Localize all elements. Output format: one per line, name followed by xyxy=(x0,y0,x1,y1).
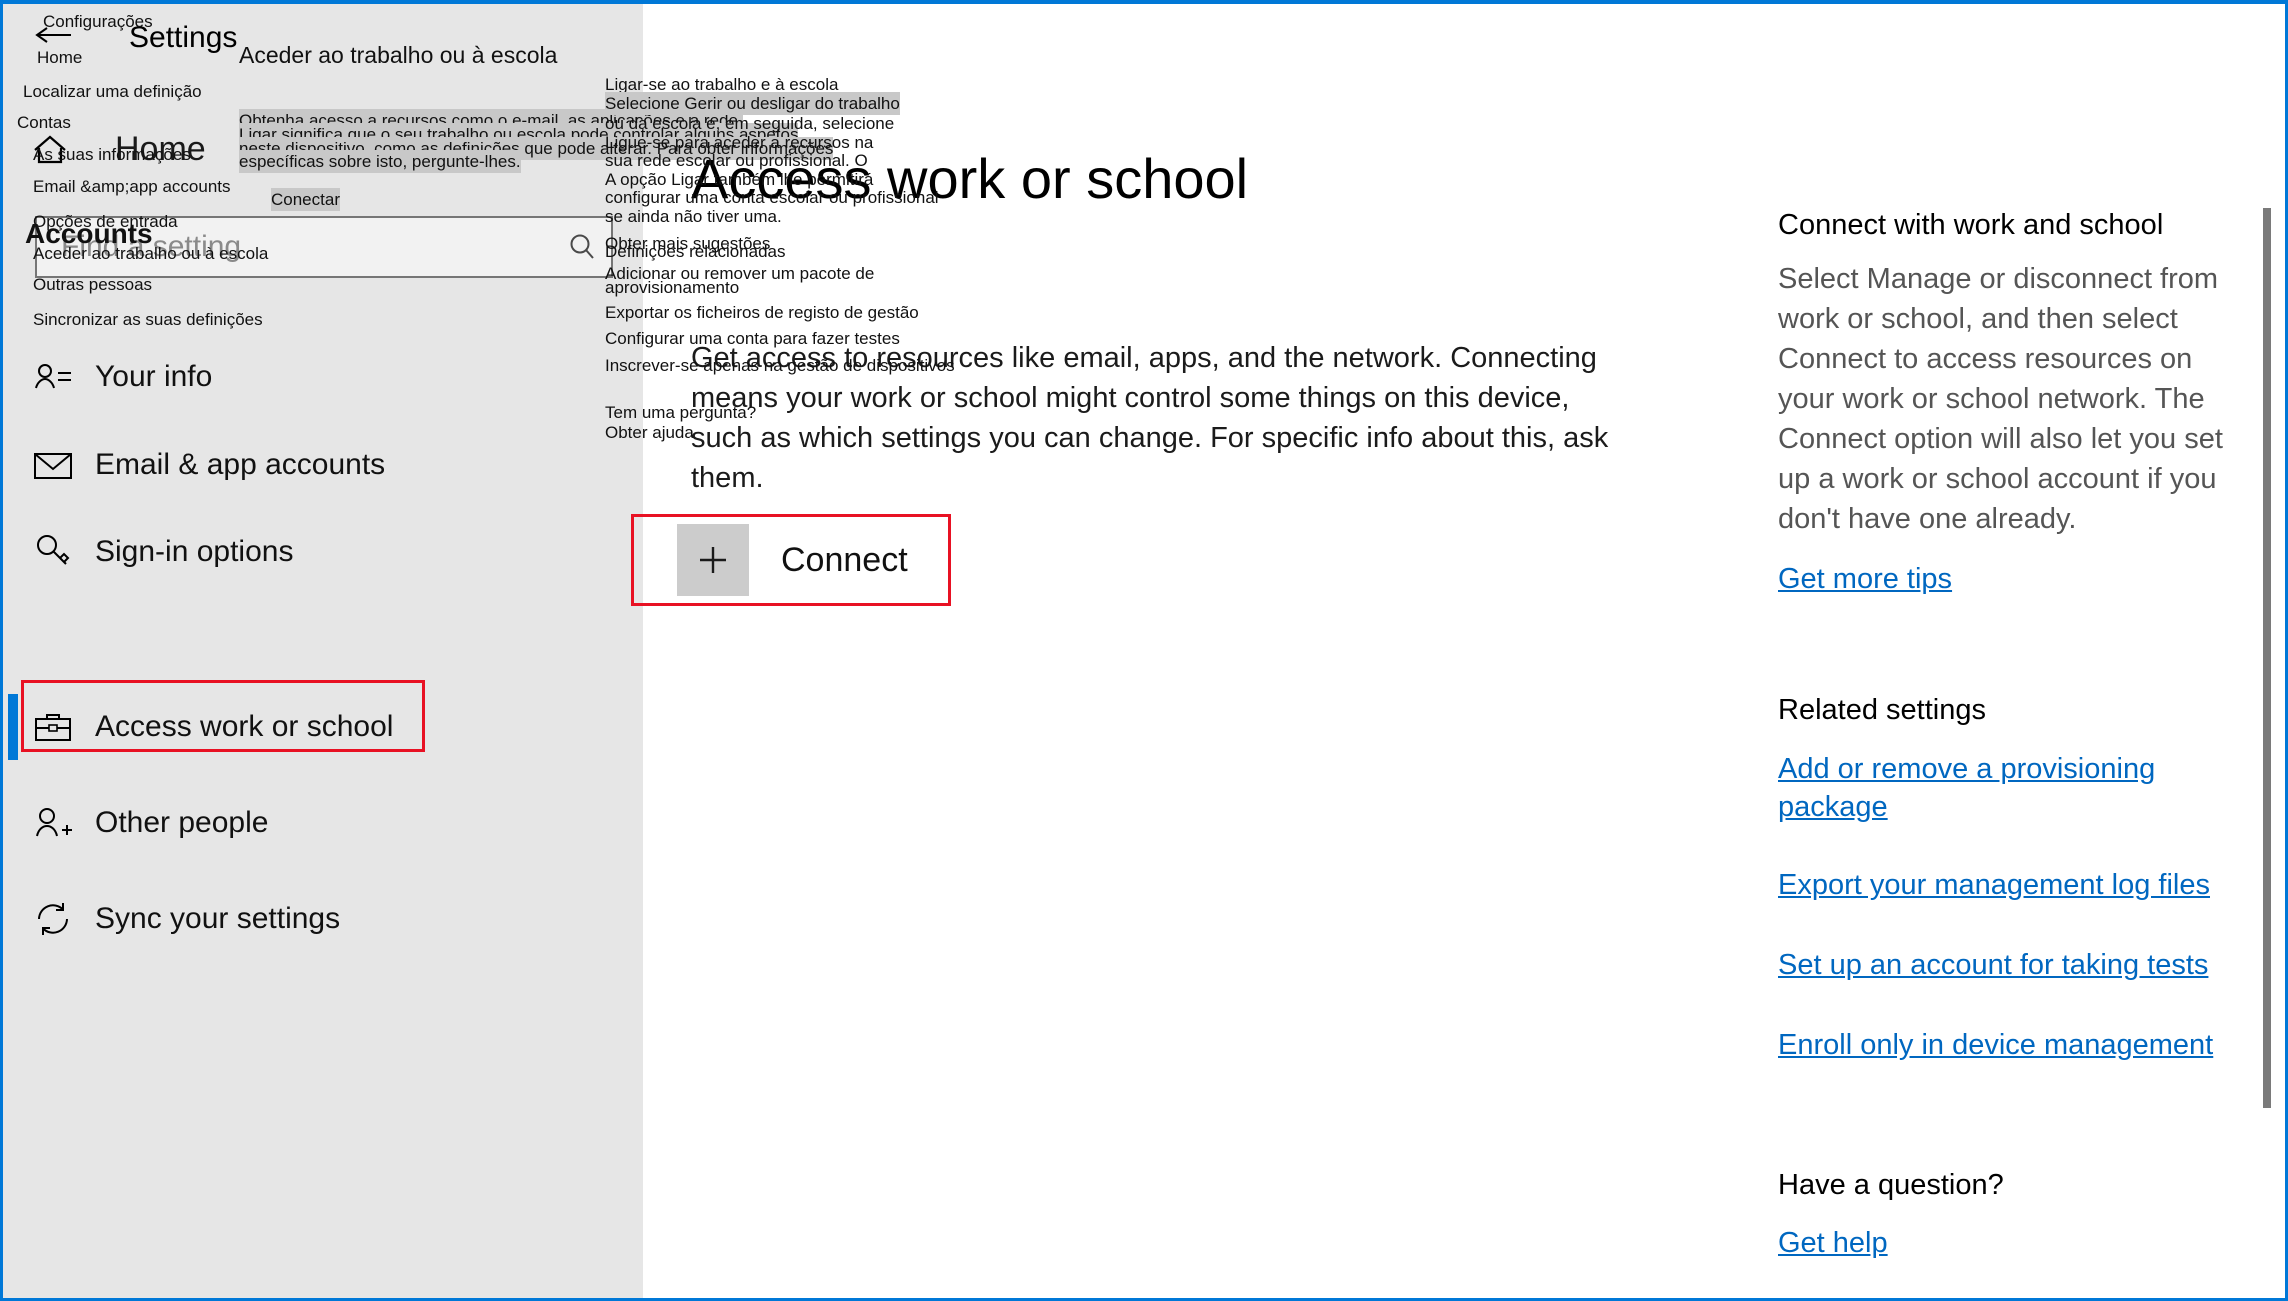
overlay-rp-related: Definições relacionadas xyxy=(605,242,786,261)
related-settings-heading: Related settings xyxy=(1778,694,1986,726)
overlay-rp-help: Obter ajuda xyxy=(605,423,694,442)
envelope-icon xyxy=(34,453,72,479)
sidebar-item-label: Sync your settings xyxy=(95,902,341,935)
person-plus-icon xyxy=(36,808,72,837)
scrollbar-thumb[interactable] xyxy=(2263,208,2271,1108)
overlay-email-accounts: Email &amp;app accounts xyxy=(33,177,231,196)
sidebar-item-sign-in-options[interactable]: Sign-in options xyxy=(23,509,623,595)
overlay-page-title: Aceder ao trabalho ou à escola xyxy=(239,42,558,68)
get-more-tips-link[interactable]: Get more tips xyxy=(1778,560,1952,598)
right-pane-description: Select Manage or disconnect from work or… xyxy=(1778,263,2223,535)
overlay-rp-export: Exportar os ficheiros de registo de gest… xyxy=(605,303,919,322)
plus-icon xyxy=(700,547,726,573)
overlay-rp-tests: Configurar uma conta para fazer testes xyxy=(605,329,900,348)
sidebar-item-label: Email & app accounts xyxy=(95,448,386,481)
overlay-settings: Configurações xyxy=(43,12,153,31)
overlay-home-breadcrumb: Home xyxy=(37,48,83,67)
person-card-icon xyxy=(35,364,71,389)
overlay-contas: Contas xyxy=(17,113,71,132)
right-pane-heading: Connect with work and school xyxy=(1778,209,2164,241)
search-icon xyxy=(570,234,594,259)
sidebar-item-email-app-accounts[interactable]: Email & app accounts xyxy=(23,422,623,508)
sidebar-item-sync-your-settings[interactable]: Sync your settings xyxy=(23,876,623,962)
settings-window: Settings Home Find a setting Your info E… xyxy=(0,0,2288,1301)
overlay-rp-prov-2: aprovisionamento xyxy=(605,278,740,297)
related-link-enroll-device-management[interactable]: Enroll only in device management xyxy=(1778,1026,2213,1064)
overlay-other-people: Outras pessoas xyxy=(33,275,153,294)
have-a-question-heading: Have a question? xyxy=(1778,1169,2004,1201)
sidebar-item-your-info[interactable]: Your info xyxy=(23,334,623,420)
right-info-pane: Connect with work and school Select Mana… xyxy=(1778,4,2253,1298)
briefcase-icon xyxy=(35,714,71,741)
vertical-scrollbar[interactable] xyxy=(2263,190,2271,1275)
related-link-provisioning-package[interactable]: Add or remove a provisioning package xyxy=(1778,750,2178,826)
sidebar-item-other-people[interactable]: Other people xyxy=(23,780,623,866)
related-link-account-taking-tests[interactable]: Set up an account for taking tests xyxy=(1778,946,2208,984)
sidebar-item-access-work-or-school[interactable]: Access work or school xyxy=(23,684,623,770)
get-help-link[interactable]: Get help xyxy=(1778,1224,1888,1262)
related-link-export-log-files[interactable]: Export your management log files xyxy=(1778,866,2210,904)
sync-icon xyxy=(38,903,68,935)
overlay-conectar: Conectar xyxy=(271,188,340,211)
overlay-rp-desc-7: se ainda não tiver uma. xyxy=(605,207,782,226)
search-button[interactable] xyxy=(553,230,611,264)
connect-label: Connect xyxy=(781,540,908,579)
selection-indicator xyxy=(8,694,18,760)
sidebar-item-label: Access work or school xyxy=(95,710,394,743)
key-icon xyxy=(37,535,70,565)
sidebar-item-label: Other people xyxy=(95,806,269,839)
overlay-sync-settings: Sincronizar as suas definições xyxy=(33,310,263,329)
overlay-access-work: Aceder ao trabalho ou à escola xyxy=(33,244,269,263)
sidebar-item-label: Sign-in options xyxy=(95,535,294,568)
sidebar-item-label: Your info xyxy=(95,360,213,393)
overlay-rp-enroll: Inscrever-se apenas na gestão de disposi… xyxy=(605,356,955,375)
connect-button[interactable]: Connect xyxy=(677,519,977,601)
overlay-body-line-4: específicas sobre isto, pergunte-lhes. xyxy=(239,150,521,173)
overlay-your-info: As suas informações xyxy=(33,145,191,164)
overlay-find-setting: Localizar uma definição xyxy=(23,82,202,101)
